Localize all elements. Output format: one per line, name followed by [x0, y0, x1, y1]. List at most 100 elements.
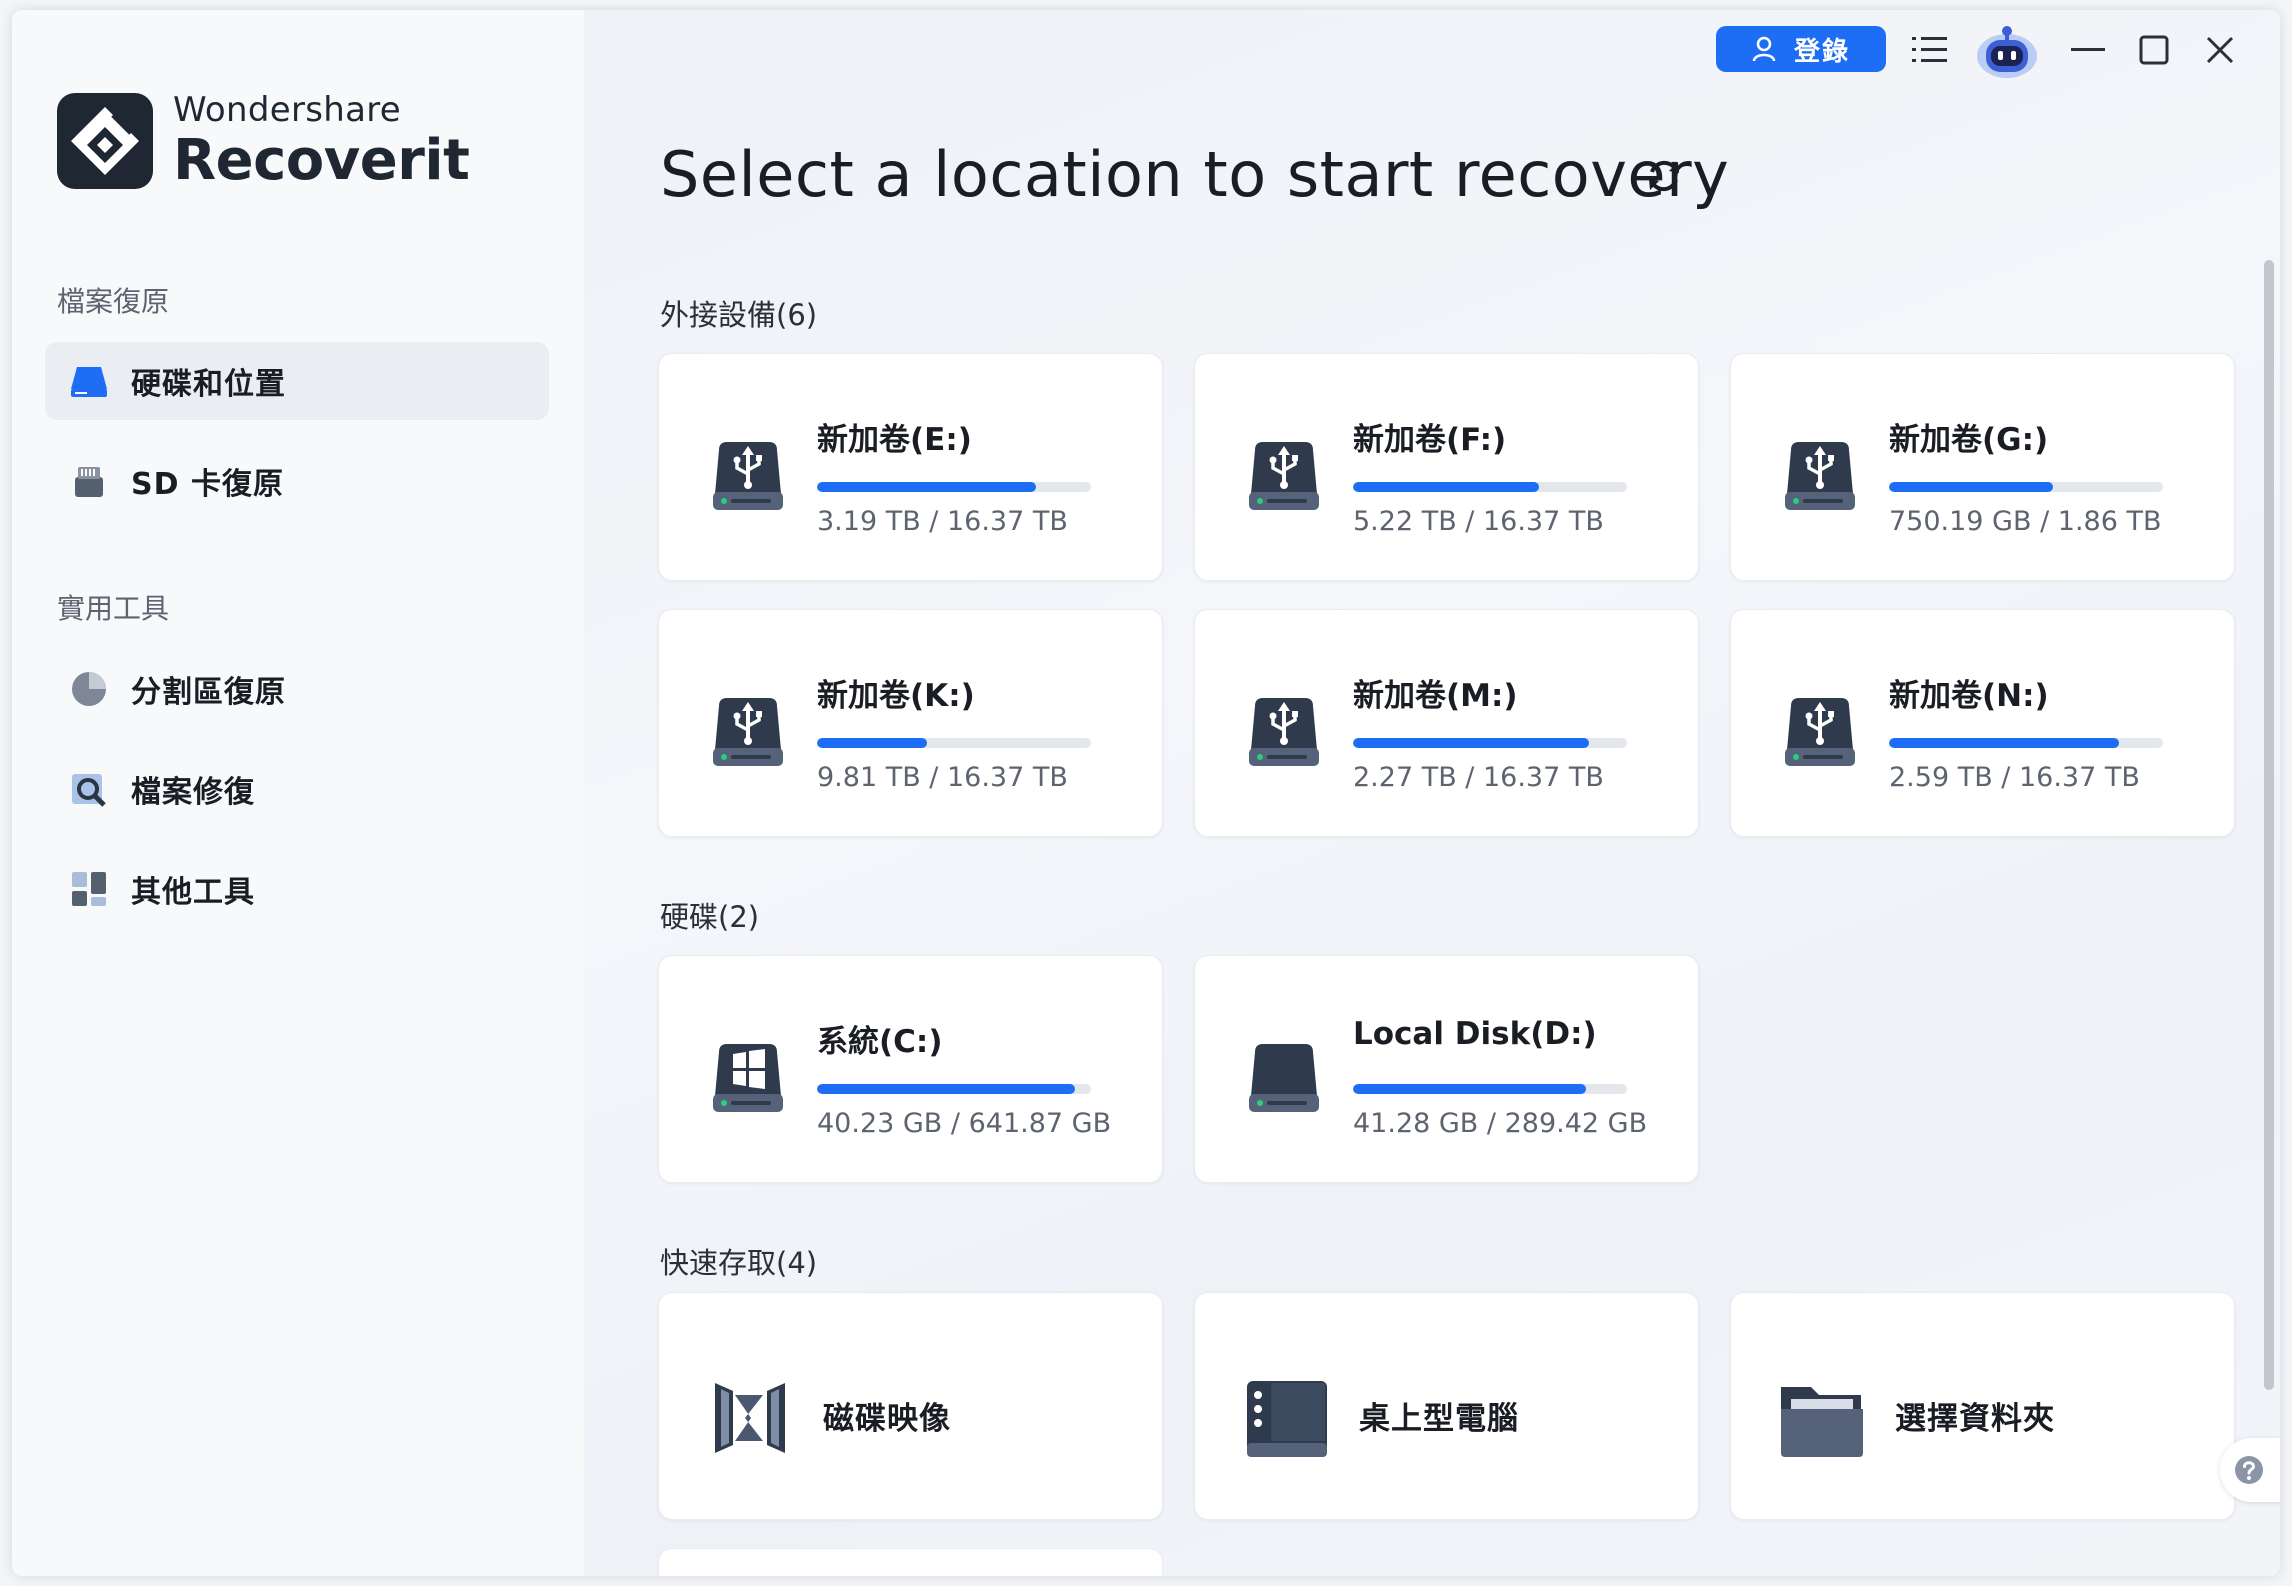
list-menu-icon	[1912, 37, 1947, 62]
section-hard-disks: 硬碟(2)	[660, 900, 760, 934]
sidebar-item-label: SD 卡復原	[131, 467, 284, 502]
login-label: 登錄	[1793, 36, 1850, 67]
quick-access-card-partial[interactable]	[658, 1548, 1163, 1576]
folder-icon	[1777, 1373, 1867, 1463]
quick-access-desktop[interactable]: 桌上型電腦	[1194, 1292, 1699, 1520]
drive-card[interactable]: 新加卷(G:) 750.19 GB / 1.86 TB	[1730, 353, 2235, 581]
drive-card[interactable]: Local Disk(D:) 41.28 GB / 289.42 GB	[1194, 955, 1699, 1183]
usage-bar-fill	[1353, 1084, 1586, 1094]
drive-card[interactable]: 新加卷(K:) 9.81 TB / 16.37 TB	[658, 609, 1163, 837]
drive-name: 新加卷(F:)	[1353, 422, 1507, 458]
usb-drive-icon	[707, 436, 789, 516]
question-mark-icon	[2235, 1456, 2263, 1484]
user-icon	[1752, 36, 1776, 62]
windows-drive-icon	[707, 1038, 789, 1118]
quick-access-label: 選擇資料夾	[1895, 1401, 2055, 1437]
usage-bar-fill	[1353, 738, 1589, 748]
drive-card[interactable]: 新加卷(F:) 5.22 TB / 16.37 TB	[1194, 353, 1699, 581]
refresh-icon	[1649, 160, 1679, 192]
usage-bar	[1353, 1084, 1627, 1094]
maximize-button[interactable]	[2132, 28, 2176, 72]
sidebar: Wondershare Recoverit 檔案復原 硬碟和位置 SD 卡復原 …	[12, 10, 584, 1576]
app-logo: Wondershare Recoverit	[57, 90, 470, 193]
usage-bar	[1353, 482, 1627, 492]
login-button[interactable]: 登錄	[1716, 26, 1886, 72]
sidebar-item-label: 檔案修復	[131, 775, 255, 810]
drive-name: Local Disk(D:)	[1353, 1016, 1597, 1052]
grid-tools-icon	[69, 869, 109, 909]
drive-size: 2.27 TB / 16.37 TB	[1353, 762, 1604, 793]
sidebar-section-tools: 實用工具	[57, 592, 170, 625]
sd-card-icon	[69, 461, 109, 501]
usage-bar-fill	[1889, 738, 2120, 748]
drive-size: 5.22 TB / 16.37 TB	[1353, 506, 1604, 537]
drive-name: 新加卷(E:)	[817, 422, 972, 458]
main-panel: 登錄 Select a location to start recovery 外…	[584, 10, 2280, 1576]
drive-size: 40.23 GB / 641.87 GB	[817, 1108, 1112, 1139]
usage-bar	[817, 738, 1091, 748]
recoverit-logo-icon	[57, 93, 153, 189]
drive-size: 2.59 TB / 16.37 TB	[1889, 762, 2140, 793]
usage-bar	[1353, 738, 1627, 748]
quick-access-label: 磁碟映像	[823, 1401, 951, 1437]
minimize-button[interactable]	[2066, 28, 2110, 72]
section-quick-access: 快速存取(4)	[660, 1246, 818, 1280]
hard-disk-icon	[1243, 1038, 1325, 1118]
drive-size: 9.81 TB / 16.37 TB	[817, 762, 1068, 793]
product-name: Recoverit	[173, 128, 470, 193]
usage-bar	[817, 482, 1091, 492]
sidebar-item-label: 分割區復原	[131, 675, 286, 710]
sidebar-item-label: 硬碟和位置	[131, 367, 286, 402]
brand-name: Wondershare	[173, 90, 402, 130]
drive-card[interactable]: 新加卷(E:) 3.19 TB / 16.37 TB	[658, 353, 1163, 581]
drive-name: 系統(C:)	[817, 1024, 943, 1060]
drive-card[interactable]: 系統(C:) 40.23 GB / 641.87 GB	[658, 955, 1163, 1183]
drive-name: 新加卷(N:)	[1889, 678, 2049, 714]
usb-drive-icon	[1779, 436, 1861, 516]
quick-access-select-folder[interactable]: 選擇資料夾	[1730, 1292, 2235, 1520]
drive-size: 750.19 GB / 1.86 TB	[1889, 506, 2162, 537]
quick-access-disk-image[interactable]: 磁碟映像	[658, 1292, 1163, 1520]
sidebar-item-partition-recovery[interactable]: 分割區復原	[45, 650, 549, 728]
section-external-devices: 外接設備(6)	[660, 298, 818, 332]
usb-drive-icon	[1243, 436, 1325, 516]
robot-avatar-icon	[1977, 26, 2037, 78]
sidebar-item-file-repair[interactable]: 檔案修復	[45, 750, 549, 828]
close-button[interactable]	[2198, 28, 2242, 72]
drive-size: 41.28 GB / 289.42 GB	[1353, 1108, 1648, 1139]
maximize-icon	[2139, 35, 2169, 65]
file-repair-icon	[69, 769, 109, 809]
menu-button[interactable]	[1908, 28, 1952, 72]
usb-drive-icon	[1243, 692, 1325, 772]
disk-image-icon	[705, 1373, 795, 1463]
minimize-icon	[2071, 48, 2105, 51]
sidebar-item-other-tools[interactable]: 其他工具	[45, 850, 549, 928]
usage-bar	[817, 1084, 1091, 1094]
quick-access-label: 桌上型電腦	[1359, 1401, 1519, 1437]
pie-chart-icon	[69, 669, 109, 709]
drive-card[interactable]: 新加卷(M:) 2.27 TB / 16.37 TB	[1194, 609, 1699, 837]
page-title: Select a location to start recovery	[660, 138, 1730, 211]
usage-bar	[1889, 482, 2163, 492]
usage-bar-fill	[1353, 482, 1540, 492]
refresh-button[interactable]	[1644, 156, 1684, 196]
drive-name: 新加卷(M:)	[1353, 678, 1518, 714]
drive-name: 新加卷(K:)	[817, 678, 975, 714]
desktop-icon	[1241, 1373, 1331, 1463]
sidebar-item-sd-card[interactable]: SD 卡復原	[45, 442, 549, 520]
hard-drive-icon	[69, 361, 109, 401]
usb-drive-icon	[1779, 692, 1861, 772]
usage-bar-fill	[817, 482, 1037, 492]
usage-bar	[1889, 738, 2163, 748]
sidebar-item-drives[interactable]: 硬碟和位置	[45, 342, 549, 420]
usage-bar-fill	[817, 1084, 1075, 1094]
drive-card[interactable]: 新加卷(N:) 2.59 TB / 16.37 TB	[1730, 609, 2235, 837]
help-button[interactable]	[2220, 1438, 2280, 1502]
vertical-scrollbar[interactable]	[2264, 260, 2274, 1390]
usage-bar-fill	[1889, 482, 2054, 492]
drive-name: 新加卷(G:)	[1889, 422, 2049, 458]
assistant-robot-button[interactable]	[1972, 22, 2042, 82]
usb-drive-icon	[707, 692, 789, 772]
sidebar-section-file-recovery: 檔案復原	[57, 285, 170, 318]
usage-bar-fill	[817, 738, 927, 748]
